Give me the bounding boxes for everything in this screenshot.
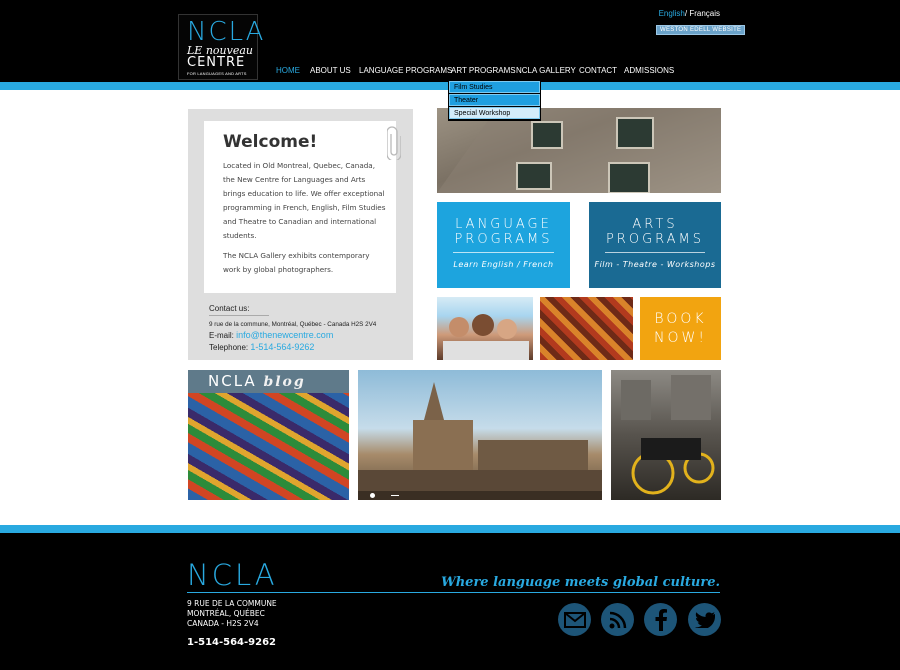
paperclip-icon (387, 126, 401, 160)
nav-contact[interactable]: CONTACT (579, 66, 617, 75)
footer-divider (187, 592, 720, 593)
dropdown-special-workshop[interactable]: Special Workshop (449, 107, 540, 119)
language-programs-tile[interactable]: LANGUAGE PROGRAMS Learn English / French (437, 202, 570, 288)
dropdown-film-studies[interactable]: Film Studies (449, 81, 540, 93)
nav-ncla-gallery[interactable]: NCLA GALLERY (516, 66, 576, 75)
language-tile-sub: Learn English / French (453, 260, 554, 269)
book-now-button[interactable]: BOOK NOW! (640, 297, 721, 360)
welcome-paragraph-1: Located in Old Montreal, Quebec, Canada,… (223, 161, 386, 240)
nav-art-programs[interactable]: ART PROGRAMS (451, 66, 516, 75)
nav-home[interactable]: HOME (276, 66, 300, 75)
twitter-button[interactable] (688, 603, 721, 636)
footer-addr-line1: 9 RUE DE LA COMMUNE (187, 599, 277, 608)
church-skyline-image (358, 382, 602, 500)
lang-separator: / (684, 9, 688, 18)
welcome-paragraph-2: The NCLA Gallery exhibits contemporary w… (223, 251, 370, 274)
language-tile-rule (453, 252, 554, 253)
weston-edell-link[interactable]: WESTON EDELL WEBSITE (656, 25, 746, 35)
lang-french-link[interactable]: Français (689, 9, 720, 18)
facebook-button[interactable] (644, 603, 677, 636)
phone-number: 1-514-564-9262 (250, 342, 315, 352)
contact-address: 9 rue de la commune, Montréal, Québec - … (209, 321, 377, 328)
twitter-icon (694, 611, 715, 628)
logo-sub: FOR LANGUAGES AND ARTS (187, 71, 247, 76)
language-tile-line2: PROGRAMS (454, 232, 553, 247)
blog-header: NCLA blog (188, 370, 349, 393)
nav-language-programs[interactable]: LANGUAGE PROGRAMS (359, 66, 452, 75)
book-line2: NOW! (654, 330, 707, 346)
slideshow-controls (358, 491, 602, 500)
contact-phone-row: Telephone: 1-514-564-9262 (209, 342, 404, 352)
email-label: E-mail: (209, 331, 234, 340)
contact-email-row: E-mail: info@thenewcentre.com (209, 330, 404, 340)
nav-admissions[interactable]: ADMISSIONS (624, 66, 674, 75)
arts-tile-sub: Film - Theatre - Workshops (594, 260, 716, 269)
footer-logo[interactable]: NCLA (187, 558, 278, 592)
welcome-title: Welcome! (223, 132, 318, 152)
contact-title: Contact us: (209, 304, 269, 316)
logo-name: NCLA (187, 17, 266, 47)
email-link[interactable]: info@thenewcentre.com (236, 330, 333, 340)
arts-programs-tile[interactable]: ARTS PROGRAMS Film - Theatre - Workshops (589, 202, 721, 288)
book-line1: BOOK (654, 311, 707, 327)
header: NCLA LE nouveau CENTRE FOR LANGUAGES AND… (0, 0, 900, 82)
welcome-panel: Welcome! Located in Old Montreal, Quebec… (188, 109, 413, 360)
art-programs-dropdown: Film Studies Theater Special Workshop (448, 80, 541, 121)
mail-icon (563, 611, 586, 628)
facebook-icon (655, 608, 667, 631)
arts-tile-line2: PROGRAMS (605, 232, 705, 247)
footer-phone: 1-514-564-9262 (187, 637, 276, 648)
carriage-image (621, 375, 715, 495)
contact-block: Contact us: 9 rue de la commune, Montréa… (209, 304, 404, 352)
students-image (443, 314, 529, 360)
blog-ncla: NCLA (208, 372, 257, 390)
site-logo[interactable]: NCLA LE nouveau CENTRE FOR LANGUAGES AND… (178, 14, 263, 80)
blog-word: blog (263, 374, 306, 390)
arts-tile-line1: ARTS (632, 217, 678, 232)
language-switch: English/ Français (659, 9, 720, 18)
students-photo[interactable] (437, 297, 533, 360)
page: NCLA LE nouveau CENTRE FOR LANGUAGES AND… (0, 0, 900, 670)
bottom-accent-bar (0, 525, 900, 533)
phone-label: Telephone: (209, 343, 249, 352)
dropdown-theater[interactable]: Theater (449, 94, 540, 106)
footer-address: 9 RUE DE LA COMMUNE MONTRÉAL, QUÉBEC CAN… (187, 599, 277, 629)
footer-addr-line3: CANADA - H2S 2V4 (187, 619, 259, 628)
logo-centre: CENTRE (187, 55, 246, 70)
old-montreal-slideshow[interactable] (358, 370, 602, 500)
arts-tile-rule (605, 252, 705, 253)
rss-icon (609, 611, 626, 628)
market-photo[interactable] (540, 297, 633, 360)
rss-button[interactable] (601, 603, 634, 636)
lang-english-link[interactable]: English (659, 9, 685, 18)
footer-tagline: Where language meets global culture. (441, 575, 720, 590)
footer: NCLA Where language meets global culture… (0, 533, 900, 670)
nav-about-us[interactable]: ABOUT US (310, 66, 351, 75)
welcome-note: Welcome! Located in Old Montreal, Quebec… (204, 121, 401, 293)
footer-addr-line2: MONTRÉAL, QUÉBEC (187, 609, 265, 618)
caleche-photo[interactable] (611, 370, 721, 500)
slide-indicator[interactable] (391, 495, 399, 496)
blog-tile[interactable]: NCLA blog (188, 370, 349, 500)
slide-dot-active[interactable] (370, 493, 375, 498)
language-tile-line1: LANGUAGE (455, 217, 552, 232)
mail-button[interactable] (558, 603, 591, 636)
